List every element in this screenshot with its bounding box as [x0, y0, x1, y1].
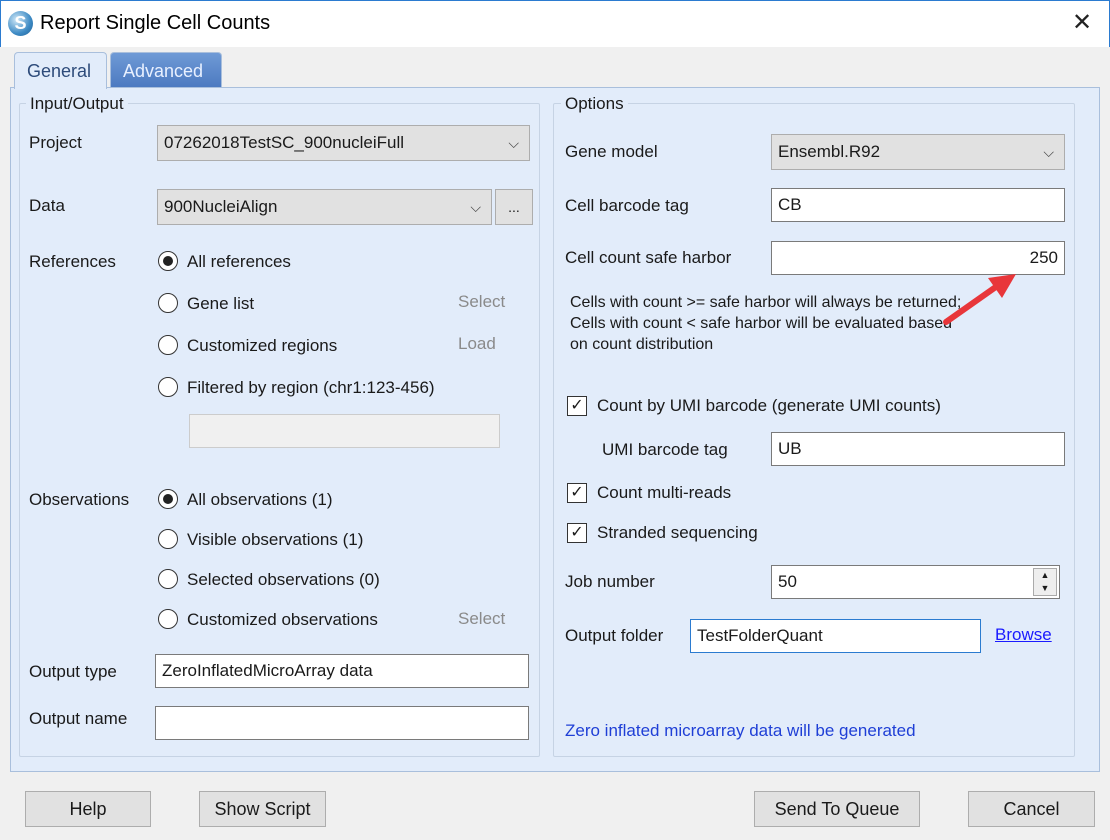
job-number-label: Job number: [565, 572, 655, 591]
input-output-legend: Input/Output: [26, 94, 128, 114]
gene-model-dropdown[interactable]: Ensembl.R92 ⌵: [771, 134, 1065, 170]
output-type-input[interactable]: ZeroInflatedMicroArray data: [155, 654, 529, 688]
window-title: Report Single Cell Counts: [40, 12, 271, 34]
stranded-label: Stranded sequencing: [597, 523, 758, 542]
help-button[interactable]: Help: [25, 791, 151, 827]
umi-checkbox[interactable]: ✓: [567, 396, 587, 416]
data-browse-button[interactable]: ...: [495, 189, 533, 225]
observations-select-link[interactable]: Select: [458, 609, 505, 629]
data-dropdown[interactable]: 900NucleiAlign ⌵: [157, 189, 492, 225]
cancel-button[interactable]: Cancel: [968, 791, 1095, 827]
tab-general[interactable]: General: [14, 52, 107, 89]
observations-label: Observations: [29, 490, 130, 509]
note-line: Cells with count >= safe harbor will alw…: [570, 294, 962, 311]
browse-link[interactable]: Browse: [995, 625, 1052, 645]
regions-load-link[interactable]: Load: [458, 334, 496, 354]
radio-selected-observations[interactable]: [158, 569, 178, 589]
radio-label: Customized observations: [187, 610, 378, 629]
chevron-down-icon: ⌵: [1043, 144, 1054, 160]
gene-model-label: Gene model: [565, 142, 658, 161]
radio-visible-observations[interactable]: [158, 529, 178, 549]
radio-customized-regions[interactable]: [158, 335, 178, 355]
output-name-label: Output name: [29, 709, 128, 728]
stranded-checkbox[interactable]: ✓: [567, 523, 587, 543]
options-legend: Options: [561, 94, 628, 114]
region-input[interactable]: [189, 414, 500, 448]
radio-gene-list[interactable]: [158, 293, 178, 313]
output-folder-label: Output folder: [565, 626, 664, 645]
radio-filtered-by-region[interactable]: [158, 377, 178, 397]
project-dropdown[interactable]: 07262018TestSC_900nucleiFull ⌵: [157, 125, 530, 161]
red-arrow-annotation: [943, 274, 1016, 325]
umi-tag-input[interactable]: UB: [771, 432, 1065, 466]
note-line: Cells with count < safe harbor will be e…: [570, 315, 952, 332]
output-folder-input[interactable]: TestFolderQuant: [690, 619, 981, 653]
umi-tag-label: UMI barcode tag: [602, 440, 728, 459]
tab-advanced[interactable]: Advanced: [110, 52, 222, 88]
multi-reads-checkbox[interactable]: ✓: [567, 483, 587, 503]
data-value: 900NucleiAlign: [164, 197, 278, 216]
note-line: on count distribution: [570, 336, 714, 353]
cell-barcode-label: Cell barcode tag: [565, 196, 689, 215]
safe-harbor-label: Cell count safe harbor: [565, 248, 732, 267]
spin-up-icon[interactable]: ▲: [1034, 569, 1056, 582]
radio-label: All observations (1): [187, 490, 333, 509]
radio-label: Customized regions: [187, 336, 338, 355]
output-name-input[interactable]: [155, 706, 529, 740]
radio-label: All references: [187, 252, 291, 271]
radio-all-references[interactable]: [158, 251, 178, 271]
send-to-queue-button[interactable]: Send To Queue: [754, 791, 920, 827]
safe-harbor-note: Cells with count >= safe harbor will alw…: [570, 292, 961, 355]
references-label: References: [29, 252, 116, 271]
project-label: Project: [29, 133, 82, 152]
status-message: Zero inflated microarray data will be ge…: [565, 721, 916, 740]
output-type-label: Output type: [29, 662, 117, 681]
gene-model-value: Ensembl.R92: [778, 142, 881, 161]
job-number-spin[interactable]: ▲ ▼: [1033, 568, 1057, 596]
radio-label: Selected observations (0): [187, 570, 380, 589]
spin-down-icon[interactable]: ▼: [1034, 582, 1056, 595]
safe-harbor-input[interactable]: 250: [771, 241, 1065, 275]
umi-check-label: Count by UMI barcode (generate UMI count…: [597, 396, 941, 415]
show-script-button[interactable]: Show Script: [199, 791, 326, 827]
close-icon[interactable]: ✕: [1068, 8, 1096, 38]
job-number-stepper[interactable]: 50: [771, 565, 1060, 599]
data-label: Data: [29, 196, 65, 215]
chevron-down-icon: ⌵: [508, 135, 519, 151]
cell-barcode-input[interactable]: CB: [771, 188, 1065, 222]
radio-label: Filtered by region (chr1:123-456): [187, 378, 435, 397]
radio-all-observations[interactable]: [158, 489, 178, 509]
chevron-down-icon: ⌵: [470, 199, 481, 215]
multi-reads-label: Count multi-reads: [597, 483, 732, 502]
gene-list-select-link[interactable]: Select: [458, 292, 505, 312]
radio-label: Visible observations (1): [187, 530, 364, 549]
app-logo-icon: S: [8, 11, 33, 36]
radio-customized-observations[interactable]: [158, 609, 178, 629]
project-value: 07262018TestSC_900nucleiFull: [164, 133, 405, 152]
radio-label: Gene list: [187, 294, 255, 313]
